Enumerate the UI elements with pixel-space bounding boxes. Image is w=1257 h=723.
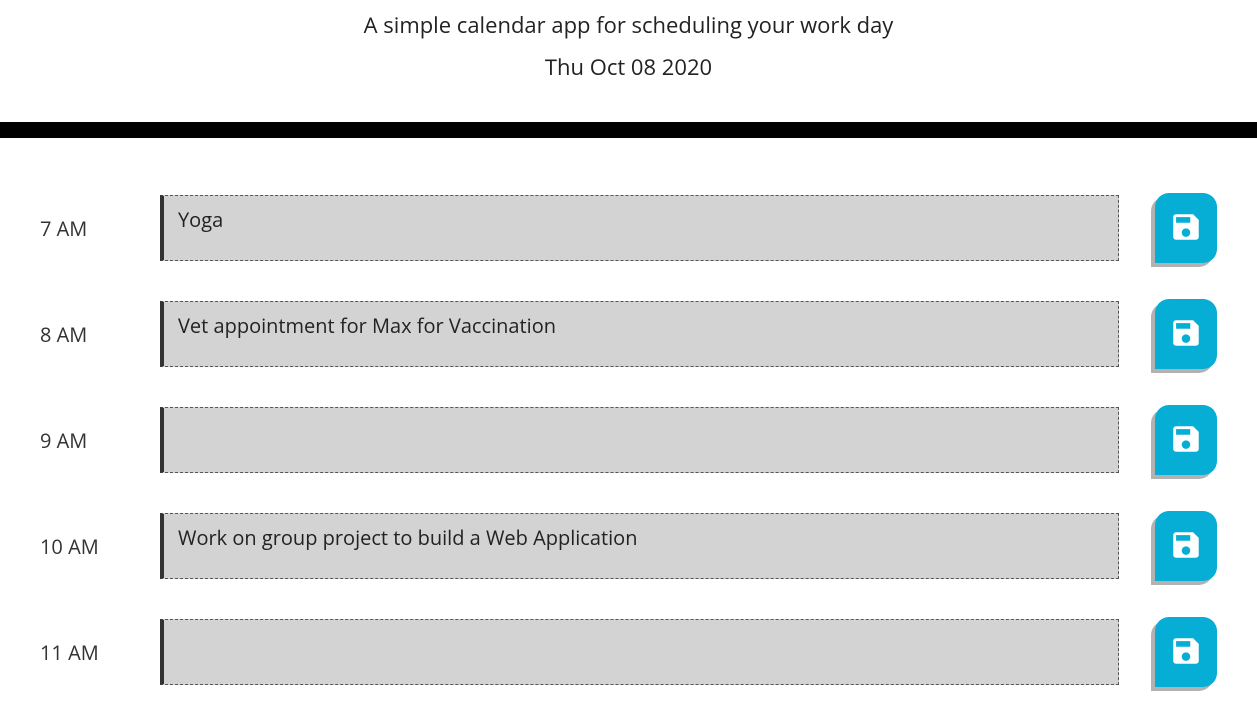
time-row: 10 AM (40, 511, 1217, 581)
save-button[interactable] (1155, 617, 1217, 687)
event-input[interactable] (160, 301, 1119, 367)
save-icon (1169, 528, 1203, 565)
app-subtitle: A simple calendar app for scheduling you… (20, 10, 1237, 40)
save-icon (1169, 422, 1203, 459)
save-icon (1169, 210, 1203, 247)
save-icon (1169, 316, 1203, 353)
save-button[interactable] (1155, 405, 1217, 475)
event-input[interactable] (160, 195, 1119, 261)
save-button[interactable] (1155, 511, 1217, 581)
save-icon (1169, 634, 1203, 671)
save-button[interactable] (1155, 193, 1217, 263)
time-row: 11 AM (40, 617, 1217, 687)
time-row: 9 AM (40, 405, 1217, 475)
time-row: 7 AM (40, 193, 1217, 263)
hour-label: 8 AM (40, 321, 160, 348)
hour-label: 9 AM (40, 427, 160, 454)
header: A simple calendar app for scheduling you… (0, 0, 1257, 122)
hour-label: 11 AM (40, 639, 160, 666)
hour-label: 10 AM (40, 533, 160, 560)
header-divider (0, 122, 1257, 138)
time-row: 8 AM (40, 299, 1217, 369)
hour-label: 7 AM (40, 215, 160, 242)
event-input[interactable] (160, 619, 1119, 685)
current-date: Thu Oct 08 2020 (20, 52, 1237, 82)
event-input[interactable] (160, 407, 1119, 473)
save-button[interactable] (1155, 299, 1217, 369)
event-input[interactable] (160, 513, 1119, 579)
time-rows: 7 AM 8 AM 9 AM 10 AM (0, 193, 1257, 687)
